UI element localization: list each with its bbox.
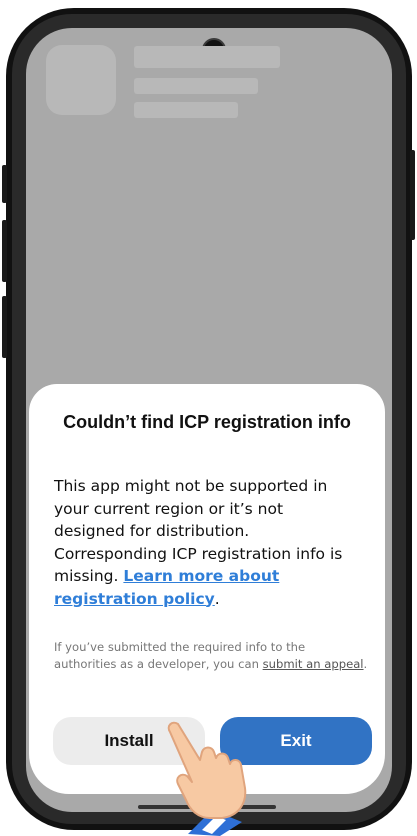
volume-up-button xyxy=(2,220,7,282)
dialog-body-end: . xyxy=(214,589,220,608)
side-button-right xyxy=(410,150,415,240)
dialog-note-end: . xyxy=(363,657,368,671)
app-name-placeholder xyxy=(134,46,280,68)
dialog-title: Couldn’t find ICP registration info xyxy=(63,412,351,432)
phone-mockup: Couldn’t find ICP registration info This… xyxy=(0,0,417,836)
submit-appeal-link[interactable]: submit an appeal xyxy=(263,657,364,671)
app-meta-placeholder xyxy=(134,78,258,94)
pointing-hand-icon xyxy=(167,721,247,836)
app-meta-placeholder-2 xyxy=(134,102,238,118)
dialog-body: This app might not be supported in your … xyxy=(54,475,354,610)
dialog-note: If you’ve submitted the required info to… xyxy=(54,639,369,673)
screen: Couldn’t find ICP registration info This… xyxy=(26,28,392,812)
power-button xyxy=(2,165,7,203)
app-icon-placeholder xyxy=(46,45,116,115)
volume-down-button xyxy=(2,296,7,358)
